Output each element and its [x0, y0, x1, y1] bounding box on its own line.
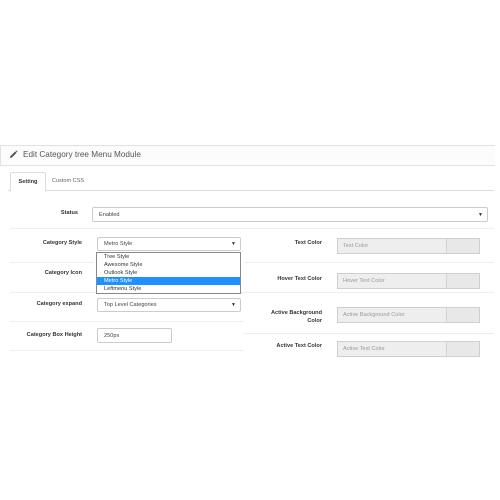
dropdown-option-leftmenu-style[interactable]: Leftmenu Style	[97, 285, 240, 293]
tab-bar: Setting Custom CSS	[8, 172, 494, 192]
category-expand-select[interactable]: Top Level Categories ▼	[97, 298, 241, 312]
pencil-icon	[9, 150, 18, 159]
category-icon-label: Category Icon	[44, 270, 82, 276]
active-background-color-placeholder: Active Background Color	[343, 312, 405, 318]
active-text-color-label: Active Text Color	[276, 343, 322, 349]
divider	[10, 292, 494, 293]
active-background-color-label: Active Background Color	[250, 309, 322, 325]
category-style-value: Metro Style	[104, 241, 133, 247]
status-label: Status	[60, 210, 78, 216]
caret-down-icon: ▼	[478, 211, 483, 218]
hover-text-color-label: Hover Text Color	[277, 276, 322, 282]
status-value: Enabled	[99, 211, 120, 218]
panel-title: Edit Category tree Menu Module	[9, 150, 141, 159]
dropdown-option-awesome-style[interactable]: Awesome Style	[97, 261, 240, 269]
panel-heading: Edit Category tree Menu Module	[0, 145, 495, 166]
category-style-dropdown: Tree Style Awesome Style Outlook Style M…	[96, 252, 241, 294]
category-box-height-input[interactable]: 250px	[97, 328, 172, 343]
active-background-color-swatch[interactable]	[446, 308, 479, 322]
category-style-label: Category Style	[42, 240, 82, 246]
panel-title-text: Edit Category tree Menu Module	[23, 150, 141, 159]
dropdown-option-tree-style[interactable]: Tree Style	[97, 253, 240, 261]
category-style-select[interactable]: Metro Style ▼	[97, 237, 241, 251]
active-text-color-placeholder: Active Text Color	[343, 346, 385, 352]
category-expand-label: Category expand	[36, 301, 82, 307]
divider	[10, 262, 94, 263]
category-box-height-label: Category Box Height	[26, 332, 82, 338]
text-color-input[interactable]: Text Color	[337, 238, 480, 254]
tab-custom-css[interactable]: Custom CSS	[50, 172, 86, 190]
category-box-height-value: 250px	[104, 332, 120, 339]
divider	[10, 228, 494, 229]
active-background-color-label-line1: Active Background	[271, 310, 322, 316]
divider	[10, 321, 244, 322]
dropdown-option-outlook-style[interactable]: Outlook Style	[97, 269, 240, 277]
divider	[244, 262, 494, 263]
active-text-color-input[interactable]: Active Text Color	[337, 341, 480, 357]
caret-down-icon: ▼	[231, 241, 236, 247]
active-background-color-input[interactable]: Active Background Color	[337, 307, 480, 323]
hover-text-color-input[interactable]: Hover Text Color	[337, 273, 480, 289]
text-color-label: Text Color	[294, 240, 322, 246]
active-background-color-label-line2: Color	[307, 318, 322, 324]
active-text-color-swatch[interactable]	[446, 342, 479, 356]
divider	[10, 350, 244, 351]
text-color-swatch[interactable]	[446, 239, 479, 253]
caret-down-icon: ▼	[231, 302, 236, 308]
hover-text-color-placeholder: Hover Text Color	[343, 278, 385, 284]
status-select[interactable]: Enabled ▼	[92, 207, 488, 222]
tab-setting[interactable]: Setting	[10, 172, 46, 192]
dropdown-option-metro-style[interactable]: Metro Style	[97, 277, 240, 285]
hover-text-color-swatch[interactable]	[446, 274, 479, 288]
text-color-placeholder: Text Color	[343, 243, 369, 249]
divider	[244, 333, 494, 334]
category-expand-value: Top Level Categories	[104, 302, 157, 308]
